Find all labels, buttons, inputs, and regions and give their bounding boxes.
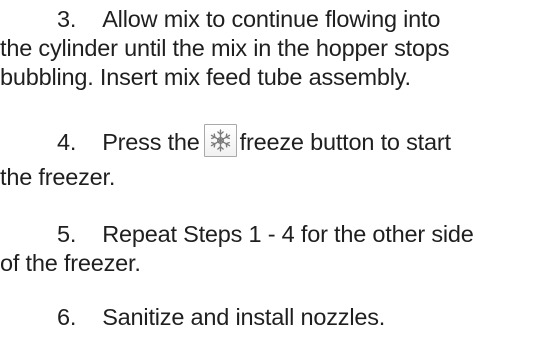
step-number: 3. [57, 6, 77, 32]
step-5-line-1: 5. Repeat Steps 1 - 4 for the other side [0, 220, 543, 249]
step-number: 6. [57, 304, 77, 330]
instruction-page: 3. Allow mix to continue flowing into the… [0, 0, 543, 338]
snowflake-icon [210, 129, 230, 152]
step-text: Sanitize and install nozzles. [102, 304, 386, 330]
step-4: 4. Press the freeze button to start the … [0, 124, 543, 192]
step-4-line-2: the freezer. [0, 164, 116, 190]
step-3: 3. Allow mix to continue flowing into the… [0, 5, 543, 92]
step-6-line-1: 6. Sanitize and install nozzles. [0, 303, 543, 332]
step-text: Press the [102, 129, 200, 155]
step-3-line-1: 3. Allow mix to continue flowing into [0, 5, 543, 34]
step-number: 5. [57, 221, 77, 247]
step-3-line-3: bubbling. Insert mix feed tube assembly. [0, 64, 411, 90]
step-4-line-1: 4. Press the freeze button to start [0, 124, 543, 158]
step-3-line-2: the cylinder until the mix in the hopper… [0, 35, 450, 61]
step-6: 6. Sanitize and install nozzles. [0, 303, 543, 332]
step-text: Allow mix to continue flowing into [102, 6, 441, 32]
step-5: 5. Repeat Steps 1 - 4 for the other side … [0, 220, 543, 278]
step-text: Repeat Steps 1 - 4 for the other side [102, 221, 474, 247]
step-text: freeze button to start [239, 129, 451, 155]
step-5-line-2: of the freezer. [0, 250, 141, 276]
freeze-button-icon [203, 124, 237, 158]
step-number: 4. [57, 129, 77, 155]
